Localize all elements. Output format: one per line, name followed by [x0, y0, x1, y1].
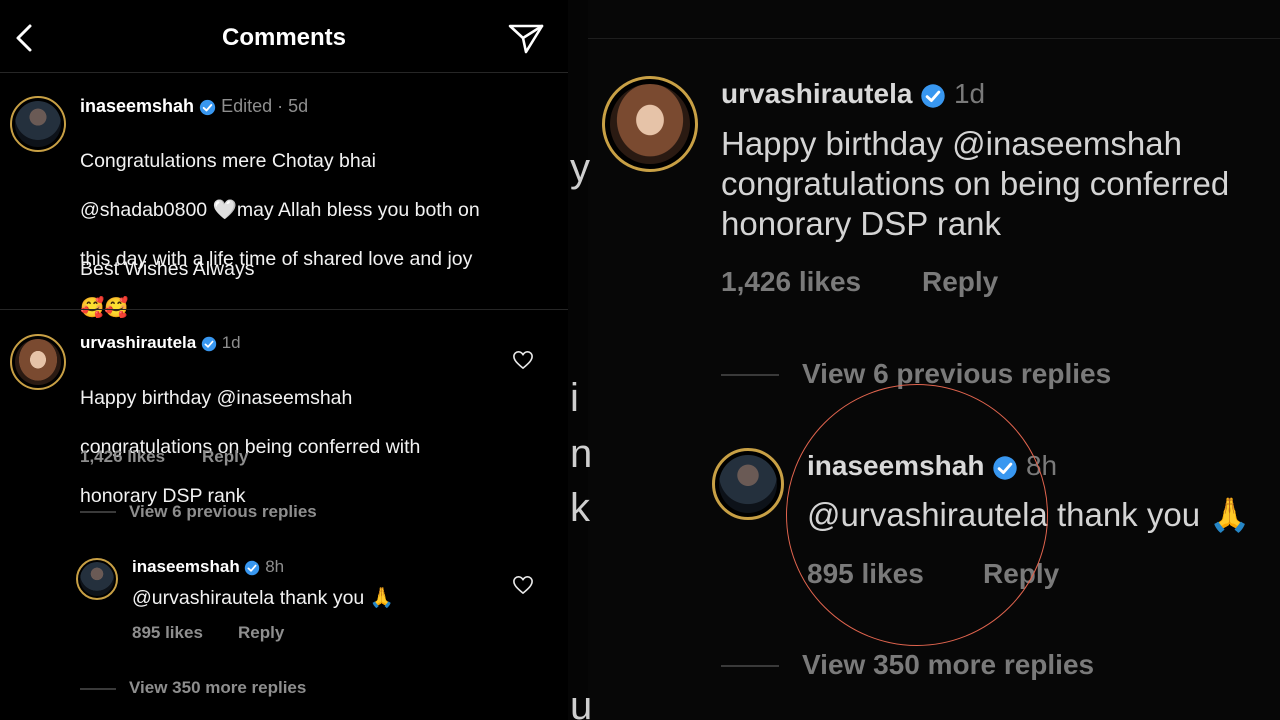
- caption-username[interactable]: inaseemshah: [80, 96, 194, 116]
- caption-meta: Edited · 5d: [221, 96, 309, 116]
- caption-closing: Best Wishes Always: [80, 258, 255, 280]
- zoomed-panel: y i n k u urvashirautela 1d Happy birthd…: [568, 0, 1280, 720]
- share-button[interactable]: [506, 20, 546, 56]
- like-button[interactable]: [512, 350, 534, 375]
- thread-line: [721, 374, 779, 376]
- caption-line: 🥰🥰: [80, 296, 129, 319]
- zoom-view-previous-replies[interactable]: View 6 previous replies: [802, 358, 1111, 390]
- cropped-char: y: [570, 146, 590, 190]
- reply-time: 8h: [265, 557, 285, 576]
- view-more-replies[interactable]: View 350 more replies: [129, 678, 306, 698]
- verified-badge-icon: [201, 336, 217, 351]
- cropped-char: i: [570, 376, 579, 420]
- comment-likes[interactable]: 1,426 likes: [80, 447, 165, 467]
- cropped-char: u: [570, 684, 593, 720]
- zoom-reply-reply-button[interactable]: Reply: [983, 558, 1059, 590]
- avatar[interactable]: [10, 96, 66, 152]
- avatar[interactable]: [10, 334, 66, 390]
- caption-line: @shadab0800 🤍may Allah bless you both on: [80, 198, 480, 221]
- cropped-char: n: [570, 432, 593, 476]
- zoom-comment-likes[interactable]: 1,426 likes: [721, 266, 861, 298]
- zoom-reply-username[interactable]: inaseemshah: [807, 450, 984, 481]
- zoom-view-more-replies[interactable]: View 350 more replies: [802, 649, 1094, 681]
- comment-line: congratulations on being conferred: [721, 165, 1230, 202]
- zoom-comment-username[interactable]: urvashirautela: [721, 78, 912, 109]
- comment-line: honorary DSP rank: [721, 205, 1002, 242]
- zoom-comment-time: 1d: [953, 78, 986, 109]
- thread-line: [80, 511, 116, 513]
- comments-panel: Comments inaseemshah Edited · 5d Congrat…: [0, 0, 568, 720]
- avatar[interactable]: [602, 76, 698, 172]
- zoom-reply-text: @urvashirautela thank you 🙏: [807, 496, 1251, 533]
- cropped-char: k: [570, 486, 590, 530]
- avatar[interactable]: [712, 448, 784, 520]
- zoom-comment-reply-button[interactable]: Reply: [922, 266, 998, 298]
- verified-badge-icon: [199, 99, 216, 115]
- thread-line: [80, 688, 116, 690]
- reply-reply-button[interactable]: Reply: [238, 623, 284, 643]
- header-divider: [0, 72, 568, 73]
- avatar[interactable]: [76, 558, 118, 600]
- page-title: Comments: [221, 24, 347, 51]
- thread-line: [721, 665, 779, 667]
- like-button[interactable]: [512, 575, 534, 600]
- comment-username[interactable]: urvashirautela: [80, 333, 196, 352]
- reply-likes[interactable]: 895 likes: [132, 623, 203, 643]
- heart-outline-icon: [513, 576, 533, 594]
- verified-badge-icon: [921, 83, 945, 108]
- zoom-reply-time: 8h: [1025, 450, 1058, 481]
- comment-line: Happy birthday @inaseemshah: [721, 125, 1182, 162]
- caption-text: Congratulations mere Chotay bhai @shadab…: [80, 124, 560, 345]
- caption-line: Congratulations mere Chotay bhai: [80, 149, 376, 172]
- view-previous-replies[interactable]: View 6 previous replies: [129, 502, 317, 522]
- reply-text: @urvashirautela thank you 🙏: [132, 587, 394, 609]
- cropped-text-strip: [568, 0, 588, 720]
- reply-username[interactable]: inaseemshah: [132, 557, 240, 576]
- caption-divider: [0, 309, 568, 310]
- comment-line: Happy birthday @inaseemshah: [80, 386, 353, 409]
- zoom-comment-text: Happy birthday @inaseemshah congratulati…: [721, 124, 1229, 244]
- divider: [588, 38, 1280, 39]
- paper-plane-icon: [508, 24, 544, 54]
- zoom-reply-likes[interactable]: 895 likes: [807, 558, 924, 590]
- comment-reply-button[interactable]: Reply: [202, 447, 248, 467]
- verified-badge-icon: [245, 560, 260, 575]
- comment-time: 1d: [221, 333, 241, 352]
- heart-outline-icon: [513, 351, 533, 369]
- verified-badge-icon: [993, 455, 1017, 480]
